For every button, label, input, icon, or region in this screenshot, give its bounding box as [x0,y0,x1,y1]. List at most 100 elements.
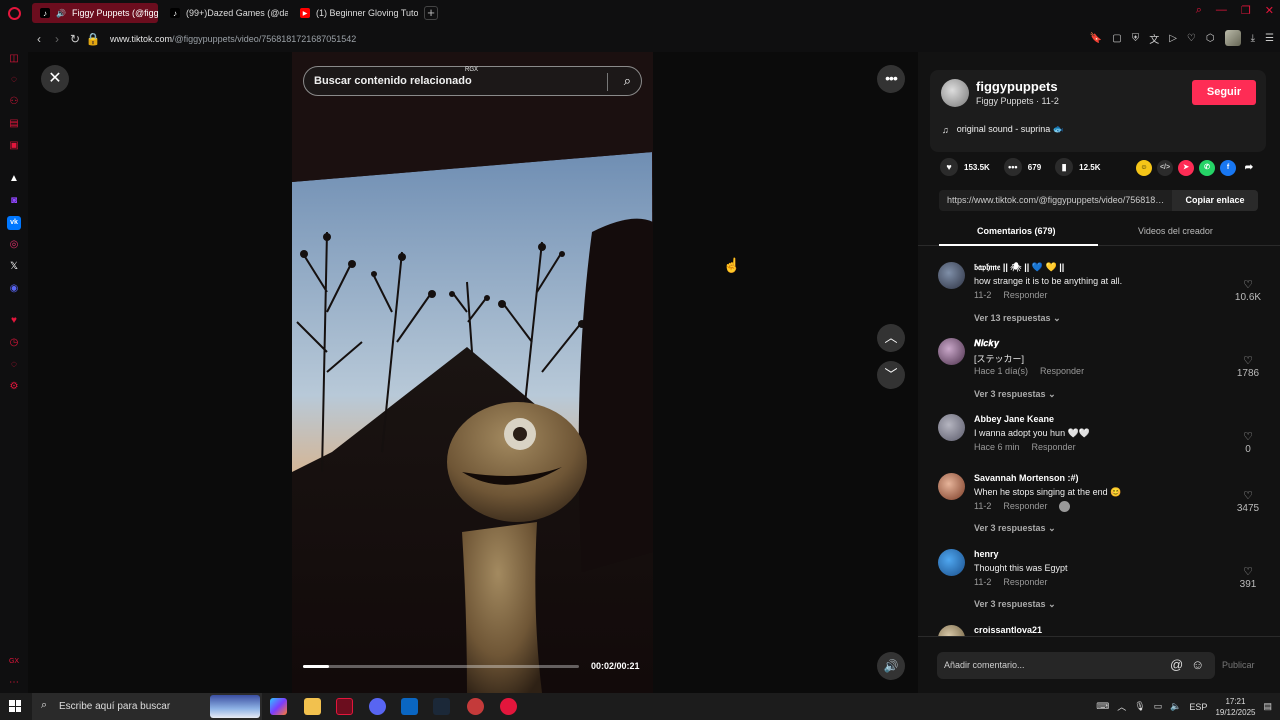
commenter-name[interactable]: Abbey Jane Keane [974,414,1054,424]
snapshot-icon[interactable]: ▢ [1112,33,1121,44]
extensions-icon[interactable]: ⬡ [1206,33,1215,44]
publish-button[interactable]: Publicar [1222,660,1255,670]
download-icon[interactable]: ⤓ [1251,33,1255,44]
profile-avatar[interactable] [1224,30,1241,46]
reply-button[interactable]: Responder [1040,366,1084,376]
commenter-avatar[interactable] [938,338,965,365]
music-icon[interactable]: ▣ [7,139,21,153]
comment-like[interactable]: ♡ 0 [1228,430,1268,455]
back-icon[interactable]: ‹ [30,32,48,46]
copy-link-button[interactable]: Copiar enlace [1172,190,1258,211]
share-arrow-icon[interactable]: ➦ [1241,160,1257,176]
minimize-icon[interactable]: — [1216,4,1227,17]
speaker-icon[interactable]: 🔊 [56,8,66,18]
save-stat[interactable]: ▮ 12.5K [1055,158,1101,176]
play-icon[interactable]: ▷ [1169,33,1177,44]
tab-comments[interactable]: Comentarios (679) [977,226,1056,236]
bookmark-icon[interactable]: 🔖 [1090,33,1102,44]
embed-code-icon[interactable]: </> [1157,160,1173,176]
video-player[interactable] [292,52,653,693]
facebook-icon[interactable]: f [1220,160,1236,176]
opera-app-icon[interactable] [500,698,517,715]
volume-icon[interactable]: 🔈 [1170,701,1181,712]
volume-button[interactable]: 🔊 [877,652,905,680]
maximize-icon[interactable]: ❐ [1241,4,1251,17]
reply-button[interactable]: Responder [1003,290,1047,300]
file-explorer-icon[interactable] [304,698,321,715]
sound-info[interactable]: ♫ original sound - suprina 🐟 [942,124,1064,135]
gx-control-icon[interactable]: ◫ [7,52,21,66]
vk-icon[interactable]: vk [7,216,21,230]
commenter-name[interactable]: croissantlova21 [974,625,1042,635]
commenter-name[interactable]: Savannah Mortenson :#) [974,473,1079,483]
tab-creator-videos[interactable]: Videos del creador [1138,226,1213,236]
translate-icon[interactable]: 文 [1149,31,1159,46]
commenter-avatar[interactable] [938,414,965,441]
share-link-url[interactable]: https://www.tiktok.com/@figgypuppets/vid… [947,195,1169,205]
url-field[interactable]: www.tiktok.com/@figgypuppets/video/75681… [110,34,356,44]
settings-gear-icon[interactable]: ⚙ [7,380,21,394]
commenter-name[interactable]: henry [974,549,999,559]
gx-logo-icon[interactable]: GX [7,655,21,669]
taskbar-search-box[interactable]: ⌕ Escribe aquí para buscar [32,693,262,720]
microphone-icon[interactable]: 🎙 [1134,701,1145,712]
search-tabs-icon[interactable]: ⌕ [1196,4,1202,17]
commenter-name[interactable]: 𝑵𝒊𝒄𝒌𝒚 [974,338,999,349]
new-tab-button[interactable]: + [424,6,438,20]
commenter-avatar[interactable] [938,262,965,289]
creator-username[interactable]: figgypuppets [976,79,1058,94]
previous-video-button[interactable]: ︿ [877,324,905,352]
comment-like[interactable]: ♡ 391 [1228,565,1268,590]
aria-icon[interactable]: ▲ [7,172,21,186]
heart-outline-icon[interactable]: ♡ [1187,33,1196,44]
messenger-icon[interactable]: ◌ [7,358,21,372]
close-window-icon[interactable]: ✕ [1265,4,1274,17]
twitch-icon[interactable]: ◙ [7,194,21,208]
commenter-avatar[interactable] [938,625,965,636]
view-replies-button[interactable]: Ver 13 respuestas ⌄ [974,313,1061,324]
more-dots-icon[interactable]: ⋯ [7,676,21,690]
windows-start-icon[interactable] [9,700,21,712]
commenter-name[interactable]: 𝔟𝔞𝔭𝔥𝔪𝔢 || 🕷 || 💙 💛 || [974,262,1064,273]
follow-button[interactable]: Seguir [1192,80,1256,105]
app-icon[interactable] [467,698,484,715]
reply-button[interactable]: Responder [1003,577,1047,587]
opera-logo-icon[interactable] [0,0,28,26]
steam-icon[interactable] [433,698,450,715]
language-indicator[interactable]: ESP [1189,702,1207,712]
like-stat[interactable]: ♥ 153.5K [940,158,990,176]
view-replies-button[interactable]: Ver 3 respuestas ⌄ [974,523,1056,534]
send-icon[interactable]: ➤ [1178,160,1194,176]
comment-like[interactable]: ♡ 1786 [1228,354,1268,379]
reload-icon[interactable]: ↻ [66,32,84,46]
whatsapp-icon[interactable]: ✆ [1199,160,1215,176]
discord-icon[interactable]: ◉ [7,282,21,296]
browser-tab-dazed[interactable]: ♪ (99+)Dazed Games (@da [162,3,288,23]
instagram-icon[interactable]: ◎ [7,238,21,252]
browser-tab-youtube[interactable]: ▶ (1) Beginner Gloving Tuto [292,3,418,23]
commenter-avatar[interactable] [938,549,965,576]
hot-tabs-icon[interactable]: ⚇ [7,95,21,109]
tray-chevron-icon[interactable]: ︿ [1117,700,1126,713]
search-icon[interactable]: ⌕ [624,73,631,89]
comment-input[interactable]: Añadir comentario... @ ☺ [937,652,1215,679]
comment-stat[interactable]: ••• 679 [1003,158,1041,176]
next-video-button[interactable]: ﹀ [877,361,905,389]
comment-like[interactable]: ♡ 10.6K [1228,278,1268,303]
favorites-heart-icon[interactable]: ♥ [7,314,21,328]
history-icon[interactable]: ◷ [7,336,21,350]
comment-like[interactable]: ♡ 3475 [1228,489,1268,514]
repost-icon[interactable]: ☺ [1136,160,1152,176]
forward-icon[interactable]: › [48,32,66,46]
keyboard-icon[interactable]: ⌨ [1096,701,1109,712]
mention-at-icon[interactable]: @ [1170,657,1183,672]
more-options-button[interactable]: ••• [877,65,905,93]
notifications-icon[interactable]: ▤ [1263,701,1272,712]
meta-icon[interactable] [401,698,418,715]
x-twitter-icon[interactable]: 𝕏 [7,260,21,274]
menu-icon[interactable]: ☰ [1265,33,1274,44]
close-video-button[interactable]: ✕ [41,65,69,93]
shield-icon[interactable]: ⛨ [1132,33,1140,44]
video-progress-bar[interactable] [303,665,579,668]
commenter-avatar[interactable] [938,473,965,500]
